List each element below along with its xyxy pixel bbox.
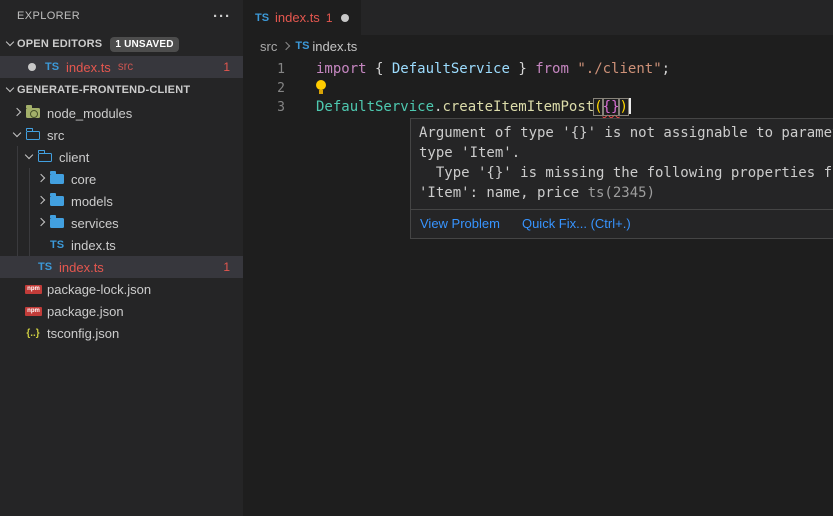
file-tree: node_modules src client core models se: [0, 102, 243, 344]
quick-fix-link[interactable]: Quick Fix... (Ctrl+.): [522, 216, 631, 231]
breadcrumb-separator-icon: [281, 40, 291, 52]
text-cursor: [629, 98, 631, 114]
sidebar-header: EXPLORER ···: [0, 0, 243, 32]
chevron-right-icon: [34, 172, 48, 186]
code-editor[interactable]: 1 import { DefaultService } from "./clie…: [243, 57, 833, 117]
workspace-section-header[interactable]: GENERATE-FRONTEND-CLIENT: [0, 78, 243, 102]
typescript-file-icon: TS: [295, 40, 309, 52]
tree-indent-spacer: [10, 282, 24, 296]
error-hover-widget: Argument of type '{}' is not assignable …: [410, 118, 833, 239]
tree-item-tsconfig-json[interactable]: {..} tsconfig.json: [0, 322, 243, 344]
editor-area: TS index.ts 1 src TS index.ts 1 import {…: [243, 0, 833, 516]
chevron-down-icon: [3, 37, 17, 51]
node-modules-folder-icon: [24, 105, 42, 121]
tab-index-ts[interactable]: TS index.ts 1: [243, 0, 361, 35]
chevron-right-icon: [10, 106, 24, 120]
code-line-3: 3 DefaultService.createItemItemPost({}): [243, 98, 833, 117]
tree-item-src-index-ts[interactable]: TS index.ts 1: [0, 256, 243, 278]
typescript-file-icon: TS: [43, 61, 61, 73]
chevron-down-icon: [22, 150, 36, 164]
folder-icon: [48, 193, 66, 209]
typescript-file-icon: TS: [36, 261, 54, 273]
unsaved-badge: 1 UNSAVED: [110, 37, 178, 52]
npm-file-icon: npm: [25, 285, 42, 294]
open-editor-filename: index.ts: [66, 60, 111, 75]
npm-file-icon: npm: [25, 307, 42, 316]
tree-item-package-json[interactable]: npm package.json: [0, 300, 243, 322]
chevron-right-icon: [34, 194, 48, 208]
code-text: [316, 79, 327, 98]
open-editors-label: OPEN EDITORS: [17, 38, 102, 50]
tree-item-core[interactable]: core: [0, 168, 243, 190]
code-line-1: 1 import { DefaultService } from "./clie…: [243, 60, 833, 79]
tab-error-count: 1: [326, 11, 333, 25]
tab-bar: TS index.ts 1: [243, 0, 833, 35]
chevron-right-icon: [34, 216, 48, 230]
tree-item-models[interactable]: models: [0, 190, 243, 212]
breadcrumb-folder[interactable]: src: [260, 39, 277, 54]
tree-item-client[interactable]: client: [0, 146, 243, 168]
lightbulb-icon[interactable]: [316, 80, 327, 95]
chevron-down-icon: [10, 128, 24, 142]
open-folder-icon: [24, 127, 42, 143]
view-problem-link[interactable]: View Problem: [420, 216, 500, 231]
typescript-file-icon: TS: [48, 239, 66, 251]
open-editor-item-index-ts[interactable]: TS index.ts src 1: [0, 56, 243, 78]
line-number: 2: [243, 79, 285, 98]
modified-dot-icon: [28, 63, 36, 71]
folder-icon: [48, 215, 66, 231]
code-text: DefaultService.createItemItemPost({}): [316, 98, 631, 117]
open-folder-icon: [36, 149, 54, 165]
unsaved-dot-icon[interactable]: [341, 14, 349, 22]
json-config-file-icon: {..}: [24, 328, 42, 339]
tree-item-node-modules[interactable]: node_modules: [0, 102, 243, 124]
code-line-2: 2: [243, 79, 833, 98]
tree-item-package-lock-json[interactable]: npm package-lock.json: [0, 278, 243, 300]
tree-indent-spacer: [34, 238, 48, 252]
tree-item-src[interactable]: src: [0, 124, 243, 146]
error-message: Argument of type '{}' is not assignable …: [411, 119, 833, 209]
line-number: 1: [243, 60, 285, 79]
tree-indent-spacer: [10, 326, 24, 340]
error-code-ref: ts(2345): [588, 185, 655, 201]
chevron-down-icon: [3, 83, 17, 97]
tree-item-services[interactable]: services: [0, 212, 243, 234]
error-count-badge: 1: [223, 60, 243, 74]
hover-actions: View Problem Quick Fix... (Ctrl+.): [411, 209, 833, 238]
workspace-label: GENERATE-FRONTEND-CLIENT: [17, 84, 190, 96]
folder-icon: [48, 171, 66, 187]
breadcrumb: src TS index.ts: [243, 35, 833, 57]
tree-indent-spacer: [22, 260, 36, 274]
open-editors-section-header[interactable]: OPEN EDITORS 1 UNSAVED: [0, 32, 243, 56]
explorer-sidebar: EXPLORER ··· OPEN EDITORS 1 UNSAVED TS i…: [0, 0, 243, 516]
open-editor-path: src: [118, 61, 133, 73]
error-squiggle: {}: [603, 99, 620, 115]
code-text: import { DefaultService } from "./client…: [316, 60, 670, 79]
breadcrumb-file[interactable]: index.ts: [312, 39, 357, 54]
typescript-file-icon: TS: [253, 12, 271, 24]
tree-item-client-index-ts[interactable]: TS index.ts: [0, 234, 243, 256]
tree-indent-spacer: [10, 304, 24, 318]
line-number: 3: [243, 98, 285, 117]
explorer-title: EXPLORER: [17, 10, 213, 22]
more-actions-icon[interactable]: ···: [213, 8, 231, 25]
tab-label: index.ts: [275, 10, 320, 25]
error-count-badge: 1: [223, 260, 243, 274]
